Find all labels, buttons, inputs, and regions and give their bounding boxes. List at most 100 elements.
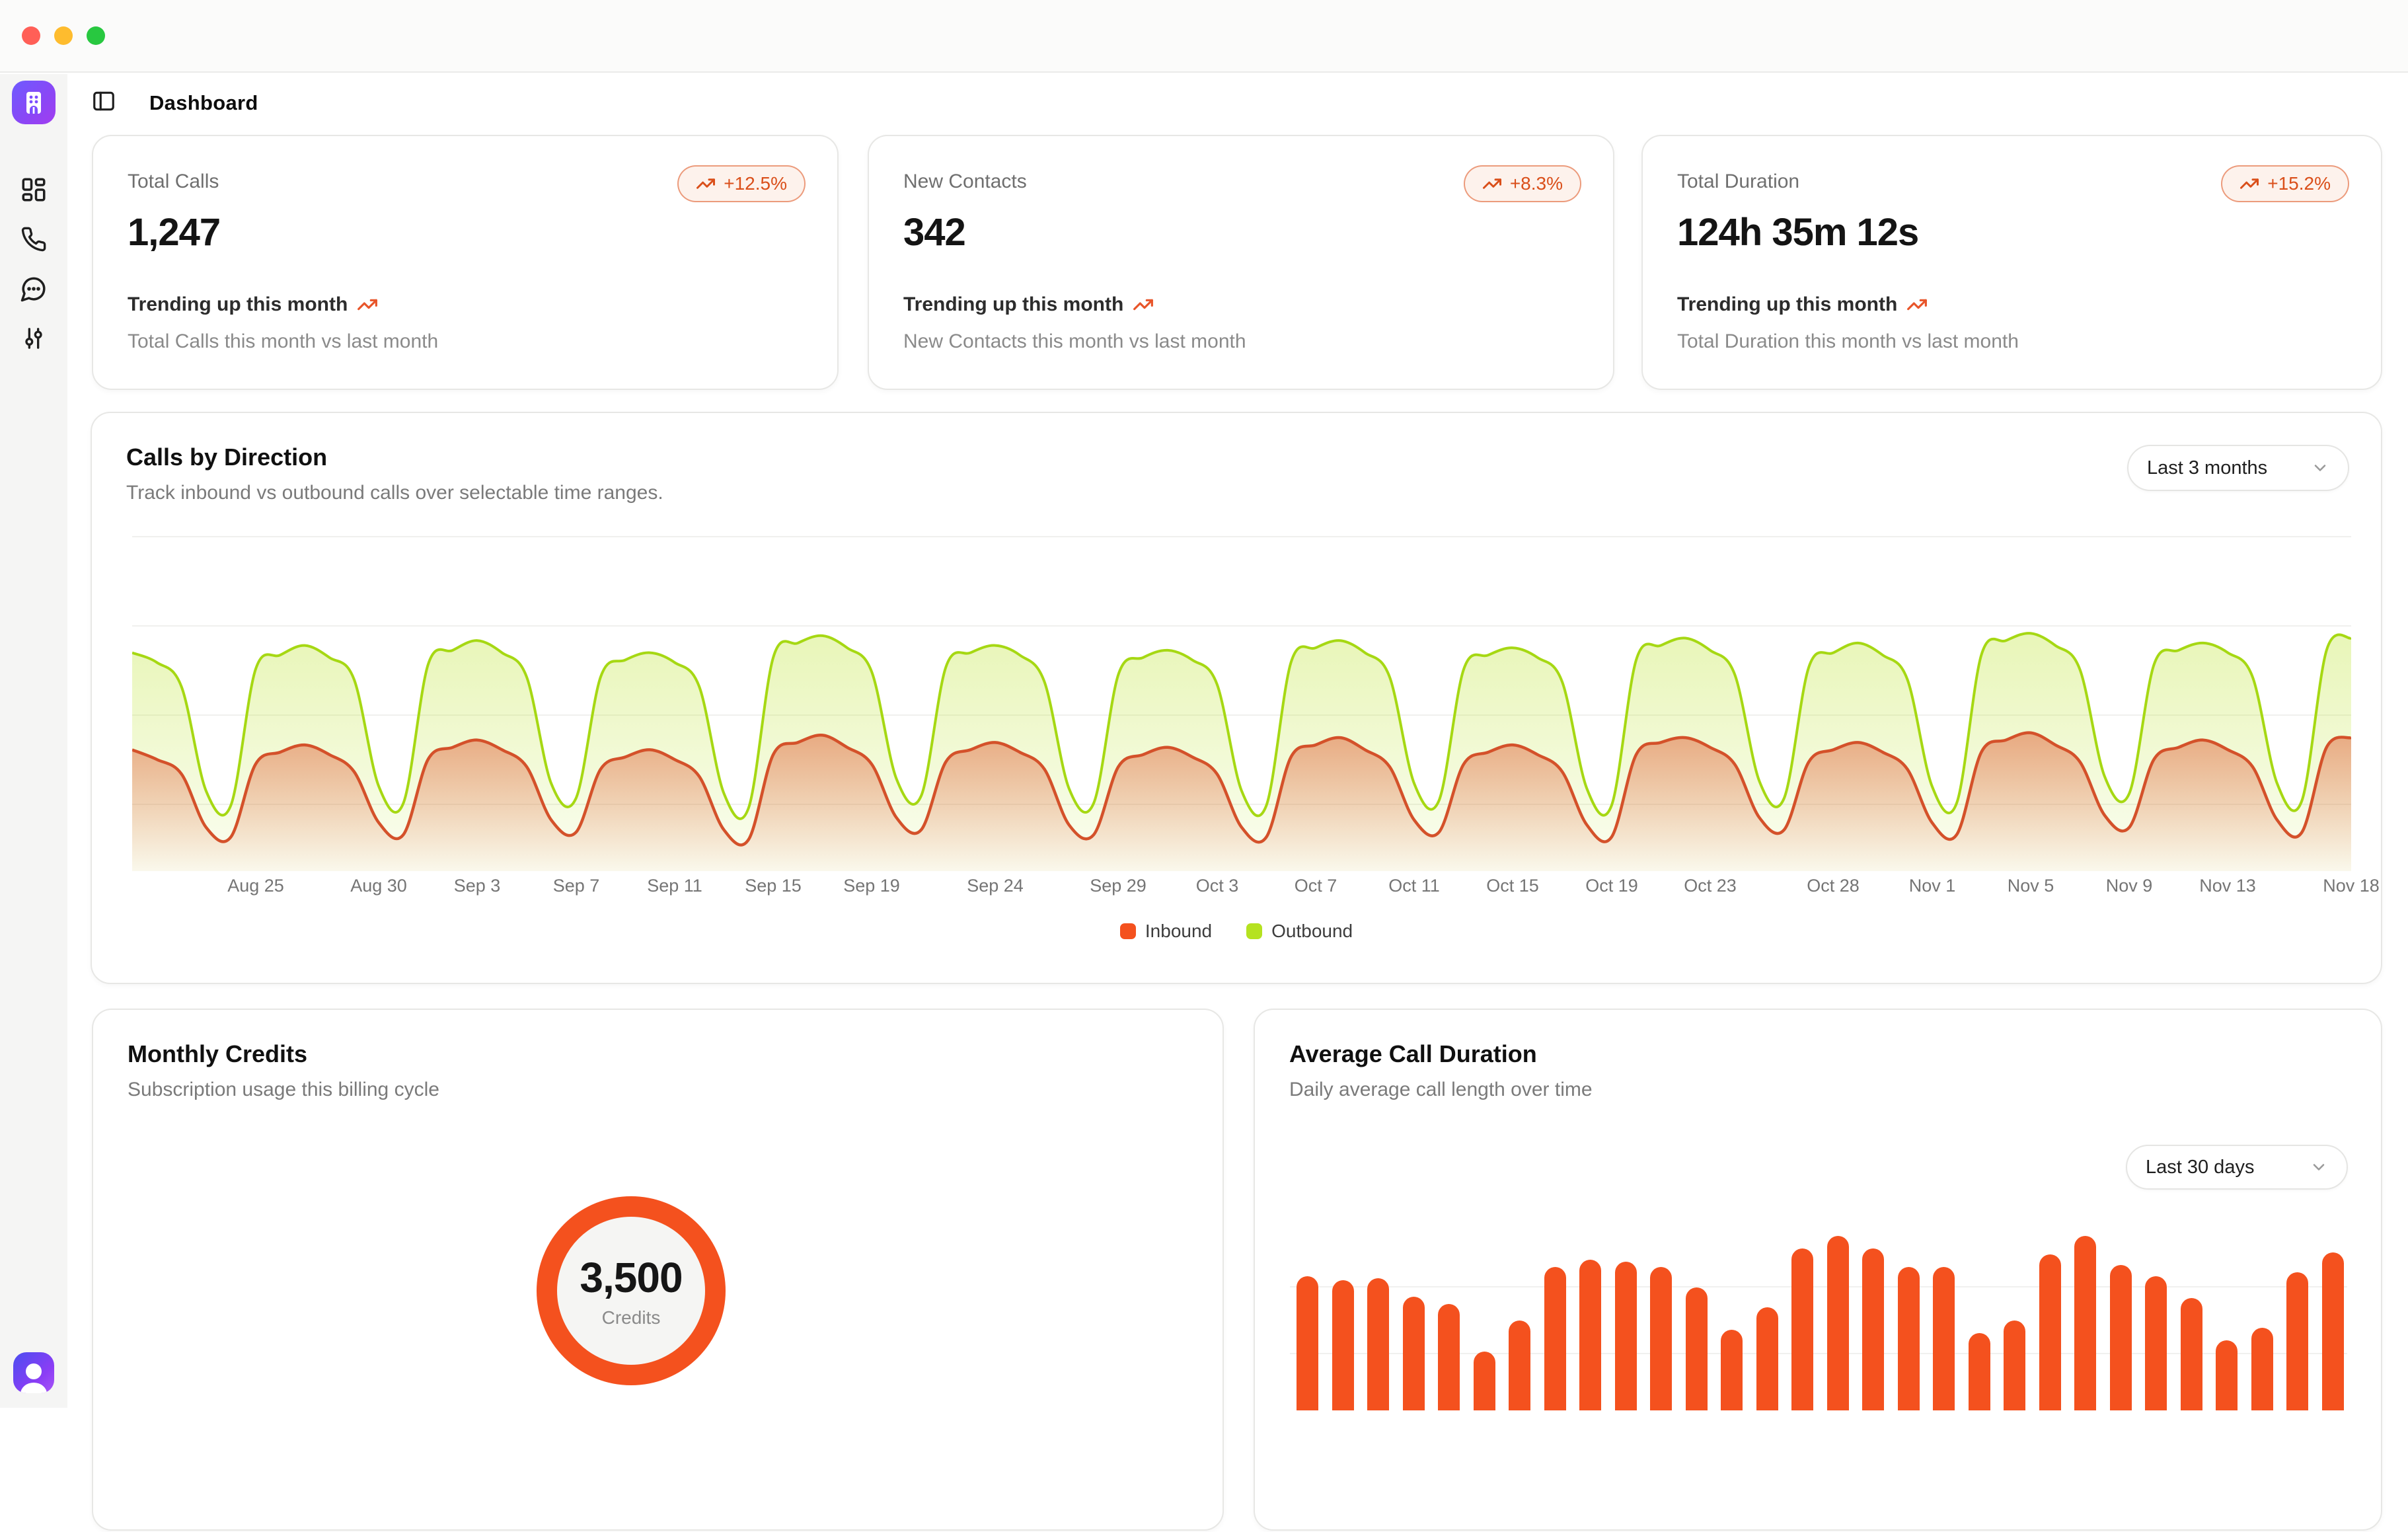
card-subtitle: Daily average call length over time <box>1289 1079 1593 1101</box>
credits-unit: Credits <box>602 1307 661 1328</box>
user-avatar[interactable] <box>13 1352 54 1393</box>
monthly-credits-card: Monthly Credits Subscription usage this … <box>92 1009 1224 1531</box>
duration-bar-chart[interactable] <box>1297 1225 2344 1532</box>
x-axis-label: Oct 3 <box>1196 876 1239 896</box>
x-axis-label: Aug 25 <box>227 876 284 896</box>
duration-bar <box>1827 1236 1849 1410</box>
x-axis-label: Nov 1 <box>1909 876 1956 896</box>
trending-up-icon <box>696 174 716 194</box>
duration-bar <box>2216 1340 2238 1410</box>
x-axis-label: Oct 15 <box>1486 876 1539 896</box>
duration-bar <box>2322 1252 2344 1410</box>
traffic-lights <box>22 26 105 45</box>
trending-up-icon <box>2239 174 2259 194</box>
duration-bar <box>1615 1262 1637 1410</box>
chart-legend: Inbound Outbound <box>92 921 2381 942</box>
duration-bar <box>1862 1248 1884 1410</box>
calls-by-direction-card: Calls by Direction Track inbound vs outb… <box>91 412 2382 984</box>
stat-card-new-contacts: New Contacts 342 +8.3% Trending up this … <box>868 135 1614 390</box>
sidebar-item-messages[interactable] <box>20 275 48 303</box>
stat-description: New Contacts this month vs last month <box>903 330 1246 353</box>
duration-bar <box>1686 1287 1708 1410</box>
x-axis-label: Oct 19 <box>1585 876 1638 896</box>
chart-subtitle: Track inbound vs outbound calls over sel… <box>126 482 663 504</box>
time-range-value: Last 30 days <box>2146 1157 2254 1178</box>
duration-bar <box>1544 1267 1566 1410</box>
chevron-down-icon <box>2311 459 2329 477</box>
card-title: Monthly Credits <box>128 1040 439 1068</box>
stat-value: 124h 35m 12s <box>1677 210 2347 254</box>
sidebar-toggle-button[interactable] <box>91 89 116 117</box>
duration-bar <box>2110 1265 2132 1410</box>
outbound-swatch <box>1246 923 1262 939</box>
stat-card-total-calls: Total Calls 1,247 +12.5% Trending up thi… <box>92 135 839 390</box>
x-axis-label: Sep 19 <box>843 876 900 896</box>
credits-gauge: 3,500 Credits <box>537 1196 726 1385</box>
sliders-icon <box>20 325 47 352</box>
sidebar-item-calls[interactable] <box>20 226 47 252</box>
duration-bar <box>2145 1276 2167 1410</box>
badge-value: +12.5% <box>724 173 787 194</box>
close-window-button[interactable] <box>22 26 40 45</box>
trend-text: Trending up this month <box>1677 293 1897 316</box>
x-axis-label: Oct 28 <box>1807 876 1860 896</box>
time-range-select[interactable]: Last 30 days <box>2126 1145 2348 1190</box>
area-chart-svg <box>132 531 2351 871</box>
window-titlebar <box>0 0 2408 73</box>
average-call-duration-card: Average Call Duration Daily average call… <box>1254 1009 2382 1531</box>
dashboard-grid-icon <box>20 176 48 204</box>
stat-card-total-duration: Total Duration 124h 35m 12s +15.2% Trend… <box>1641 135 2382 390</box>
main-content: Dashboard Total Calls 1,247 +12.5% Trend… <box>67 74 2408 1408</box>
time-range-select[interactable]: Last 3 months <box>2127 445 2349 491</box>
duration-bar <box>1756 1307 1778 1410</box>
x-axis-label: Oct 7 <box>1295 876 1337 896</box>
stat-description: Total Duration this month vs last month <box>1677 330 2019 353</box>
chevron-down-icon <box>2310 1158 2328 1176</box>
x-axis-label: Nov 13 <box>2199 876 2256 896</box>
time-range-value: Last 3 months <box>2147 457 2267 479</box>
credits-value: 3,500 <box>580 1253 682 1302</box>
duration-bar <box>2181 1298 2202 1410</box>
badge-value: +15.2% <box>2267 173 2331 194</box>
duration-bar <box>1367 1278 1389 1410</box>
minimize-window-button[interactable] <box>54 26 73 45</box>
phone-icon <box>20 226 47 252</box>
inbound-swatch <box>1120 923 1136 939</box>
duration-bar <box>1297 1276 1318 1410</box>
duration-bar <box>1509 1321 1530 1410</box>
trending-up-icon <box>1133 294 1154 315</box>
trend-badge: +15.2% <box>2221 165 2349 202</box>
duration-bar <box>2286 1272 2308 1410</box>
x-axis-label: Nov 18 <box>2323 876 2380 896</box>
zoom-window-button[interactable] <box>87 26 105 45</box>
x-axis-label: Sep 24 <box>967 876 1024 896</box>
x-axis-label: Sep 3 <box>454 876 501 896</box>
duration-bar <box>1721 1330 1743 1410</box>
sidebar-nav <box>20 176 48 352</box>
sidebar-item-settings[interactable] <box>20 325 47 352</box>
x-axis-label: Oct 23 <box>1684 876 1737 896</box>
trending-up-icon <box>1906 294 1928 315</box>
x-axis-label: Sep 7 <box>553 876 600 896</box>
duration-bar <box>1791 1248 1813 1410</box>
app-logo[interactable] <box>12 81 56 124</box>
x-axis-label: Nov 5 <box>2008 876 2054 896</box>
sidebar-item-dashboard[interactable] <box>20 176 48 204</box>
calls-area-chart[interactable] <box>132 531 2351 871</box>
x-axis-label: Nov 9 <box>2106 876 2153 896</box>
stat-value: 342 <box>903 210 1579 254</box>
duration-bar <box>2251 1328 2273 1410</box>
stat-value: 1,247 <box>128 210 803 254</box>
x-axis-label: Oct 11 <box>1388 876 1440 896</box>
x-axis-label: Sep 15 <box>745 876 802 896</box>
panel-left-icon <box>91 89 116 114</box>
card-title: Average Call Duration <box>1289 1040 1593 1068</box>
legend-item-inbound[interactable]: Inbound <box>1120 921 1212 942</box>
duration-bar <box>1650 1267 1672 1410</box>
duration-bar <box>1474 1352 1495 1410</box>
duration-bar <box>1579 1260 1601 1410</box>
legend-item-outbound[interactable]: Outbound <box>1246 921 1353 942</box>
duration-bar <box>2039 1254 2061 1410</box>
building-icon <box>20 89 47 116</box>
duration-bar <box>1438 1304 1460 1410</box>
